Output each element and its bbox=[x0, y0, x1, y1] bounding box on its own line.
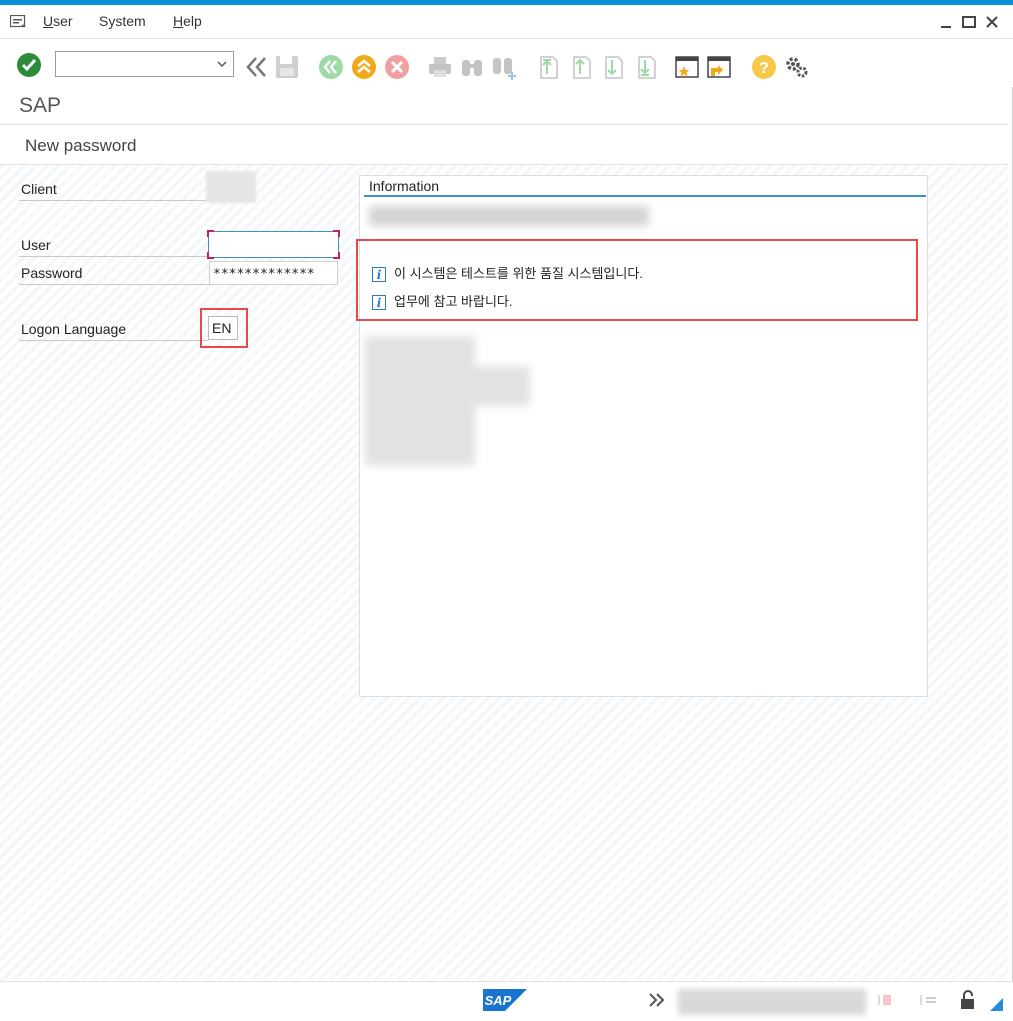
logon-language-underline bbox=[19, 340, 208, 341]
app-title-bar: SAP bbox=[0, 87, 1008, 125]
insert-mode-icon bbox=[920, 995, 936, 1005]
maximize-icon[interactable] bbox=[961, 14, 977, 30]
create-session-icon[interactable] bbox=[674, 54, 700, 80]
expand-status-icon[interactable] bbox=[648, 992, 666, 1008]
customize-icon[interactable] bbox=[783, 54, 809, 80]
language-highlight-box bbox=[200, 308, 248, 348]
generate-shortcut-icon[interactable] bbox=[706, 54, 732, 80]
previous-page-icon bbox=[573, 56, 591, 79]
close-icon[interactable] bbox=[984, 14, 1000, 30]
menu-icon[interactable] bbox=[10, 15, 27, 28]
save-icon bbox=[276, 56, 298, 78]
last-page-icon bbox=[638, 56, 656, 79]
message-highlight-box bbox=[356, 239, 918, 321]
green-back-icon[interactable] bbox=[318, 54, 344, 80]
next-page-icon bbox=[605, 56, 623, 79]
user-label: User bbox=[21, 237, 51, 253]
logon-language-label: Logon Language bbox=[21, 321, 127, 337]
find-icon bbox=[462, 60, 482, 76]
client-field-redacted[interactable] bbox=[206, 171, 256, 203]
screen-title: New password bbox=[25, 136, 137, 155]
enter-icon[interactable] bbox=[16, 52, 42, 78]
back-icon[interactable] bbox=[244, 54, 270, 80]
resize-handle-icon[interactable] bbox=[990, 998, 1003, 1011]
print-icon bbox=[429, 57, 451, 77]
menu-bar: User System Help bbox=[0, 5, 1013, 39]
status-bar: SAP bbox=[0, 981, 1013, 1021]
menu-user[interactable]: User bbox=[43, 13, 73, 29]
focus-corner bbox=[207, 252, 214, 259]
chevron-down-icon[interactable] bbox=[216, 58, 228, 70]
help-icon[interactable]: ? bbox=[751, 54, 777, 80]
first-page-icon bbox=[540, 56, 558, 79]
svg-text:SAP: SAP bbox=[485, 993, 512, 1008]
client-underline bbox=[19, 200, 207, 201]
exit-icon[interactable] bbox=[351, 54, 377, 80]
user-input[interactable] bbox=[207, 230, 340, 259]
password-underline bbox=[19, 284, 209, 285]
redacted-image bbox=[365, 336, 475, 466]
status-bar-separator-icon bbox=[878, 995, 891, 1005]
information-title-underline bbox=[364, 195, 926, 197]
app-title: SAP bbox=[19, 94, 62, 117]
lock-icon[interactable] bbox=[958, 990, 978, 1010]
information-title: Information bbox=[369, 178, 440, 194]
redacted-system-info bbox=[678, 989, 866, 1015]
client-label: Client bbox=[21, 181, 57, 197]
redacted-text bbox=[369, 206, 649, 226]
focus-corner bbox=[207, 230, 214, 237]
redacted-image bbox=[460, 366, 530, 406]
user-underline bbox=[19, 256, 208, 257]
screen-title-bar: New password bbox=[0, 125, 1008, 165]
cancel-icon[interactable] bbox=[384, 54, 410, 80]
focus-corner bbox=[333, 230, 340, 237]
minimize-icon[interactable] bbox=[938, 14, 954, 30]
password-label: Password bbox=[21, 265, 83, 281]
svg-text:?: ? bbox=[759, 60, 769, 77]
command-field[interactable] bbox=[55, 51, 234, 77]
menu-system[interactable]: System bbox=[99, 13, 146, 29]
focus-corner bbox=[333, 252, 340, 259]
find-next-icon bbox=[493, 58, 516, 80]
password-input[interactable]: ************* bbox=[209, 261, 338, 285]
sap-logo: SAP bbox=[483, 989, 527, 1011]
menu-help[interactable]: Help bbox=[173, 13, 202, 29]
